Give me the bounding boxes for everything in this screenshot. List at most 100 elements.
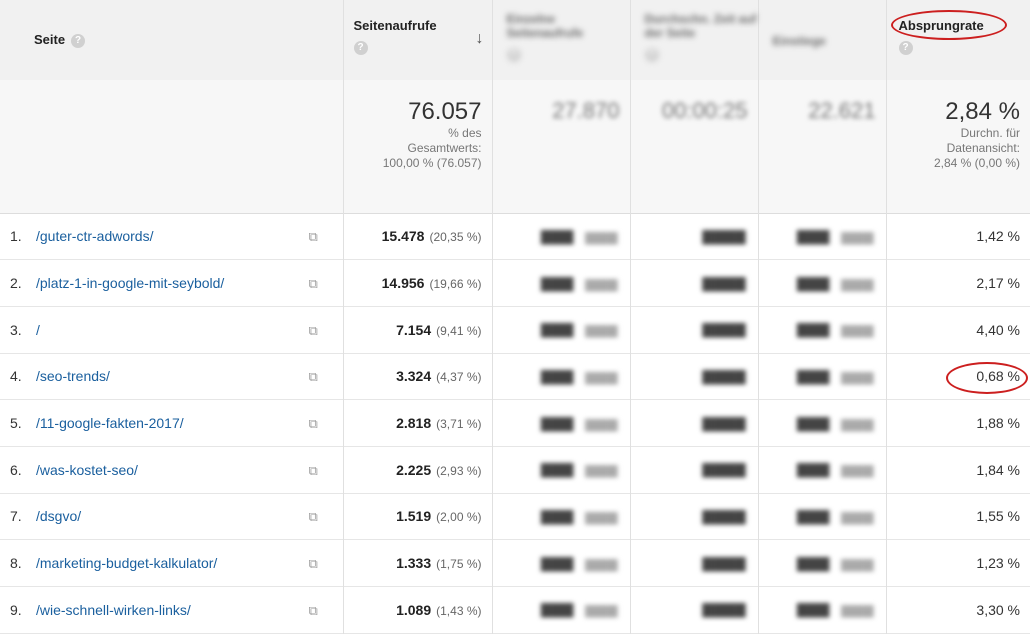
pageviews-percent: (2,93 %) <box>436 463 482 478</box>
pageviews-value: 7.154 <box>396 321 432 338</box>
page-link[interactable]: /guter-ctr-adwords/ <box>36 228 309 244</box>
bounce-cell: 1,42 % <box>886 213 1030 260</box>
pageviews-cell: 3.324 (4,37 %) <box>343 353 493 400</box>
row-number: 4. <box>10 368 22 385</box>
blurred-cell: ▇▇▇▇ <box>630 353 759 400</box>
blurred-cell: ▇▇▇ ▆▆▆ <box>758 259 887 307</box>
page-link[interactable]: /11-google-fakten-2017/ <box>36 415 309 431</box>
total-views-value: 76.057 <box>408 98 482 125</box>
col-blurred-3-label: Einstiege <box>772 34 826 48</box>
table-row[interactable]: 1. /guter-ctr-adwords/ ⧉ 15.478 (20,35 %)… <box>0 213 1030 260</box>
bounce-value: 1,23 % <box>976 555 1020 572</box>
blurred-cell: ▇▇▇▇ <box>630 586 759 634</box>
totals-pageviews: 76.057 % des Gesamtwerts: 100,00 % (76.0… <box>343 80 493 213</box>
blurred-cell: ▇▇▇▇ <box>630 259 759 307</box>
table-header: Seite? Seitenaufrufe? ↓ Einzelne Seitena… <box>0 0 1030 80</box>
pageviews-value: 14.956 <box>381 275 425 292</box>
page-link[interactable]: /platz-1-in-google-mit-seybold/ <box>36 275 309 291</box>
open-external-icon[interactable]: ⧉ <box>309 603 325 618</box>
pageviews-cell: 2.818 (3,71 %) <box>343 399 493 447</box>
bounce-value: 3,30 % <box>976 601 1020 618</box>
col-header-blurred-3[interactable]: Einstiege <box>758 0 887 80</box>
open-external-icon[interactable]: ⧉ <box>309 276 325 291</box>
bounce-cell: 1,55 % <box>886 493 1030 540</box>
col-header-blurred-1[interactable]: Einzelne Seitenaufrufe? <box>492 0 631 80</box>
blurred-cell: ▇▇▇ ▆▆▆ <box>492 446 631 494</box>
page-cell: 9. /wie-schnell-wirken-links/ ⧉ <box>0 586 344 634</box>
bounce-value: 4,40 % <box>976 321 1020 338</box>
pageviews-cell: 1.519 (2,00 %) <box>343 493 493 540</box>
page-cell: 3. / ⧉ <box>0 306 344 354</box>
total-bounce-value: 2,84 % <box>945 98 1020 125</box>
help-icon[interactable]: ? <box>506 48 521 62</box>
pageviews-value: 15.478 <box>381 228 425 245</box>
page-link[interactable]: /dsgvo/ <box>36 508 309 524</box>
col-blurred-2-label: Durchschn. Zeit auf der Seite <box>644 12 757 40</box>
open-external-icon[interactable]: ⧉ <box>309 369 325 384</box>
pageviews-percent: (2,00 %) <box>436 510 482 525</box>
totals-blurred-1: 27.870 <box>492 80 631 213</box>
analytics-table: Seite? Seitenaufrufe? ↓ Einzelne Seitena… <box>0 0 1030 634</box>
total-views-sub3: 100,00 % (76.057) <box>382 156 482 170</box>
highlight-oval <box>890 10 1007 40</box>
table-row[interactable]: 9. /wie-schnell-wirken-links/ ⧉ 1.089 (1,… <box>0 586 1030 634</box>
open-external-icon[interactable]: ⧉ <box>309 416 325 431</box>
pageviews-percent: (9,41 %) <box>436 323 482 338</box>
pageviews-value: 1.519 <box>396 508 432 525</box>
blurred-cell: ▇▇▇ ▆▆▆ <box>758 446 887 494</box>
blurred-cell: ▇▇▇▇ <box>630 446 759 494</box>
page-link[interactable]: /was-kostet-seo/ <box>36 462 309 478</box>
help-icon[interactable]: ? <box>353 41 368 55</box>
help-icon[interactable]: ? <box>644 48 659 62</box>
blurred-cell: ▇▇▇ ▆▆▆ <box>758 586 887 634</box>
pageviews-value: 3.324 <box>396 368 432 385</box>
page-link[interactable]: /marketing-budget-kalkulator/ <box>36 555 309 571</box>
blurred-cell: ▇▇▇ ▆▆▆ <box>758 493 887 540</box>
blurred-cell: ▇▇▇ ▆▆▆ <box>758 306 887 354</box>
col-header-bounce[interactable]: Absprungrate? <box>886 0 1030 80</box>
open-external-icon[interactable]: ⧉ <box>309 229 325 244</box>
blurred-cell: ▇▇▇ ▆▆▆ <box>492 493 631 540</box>
help-icon[interactable]: ? <box>71 33 86 48</box>
table-row[interactable]: 8. /marketing-budget-kalkulator/ ⧉ 1.333… <box>0 539 1030 587</box>
bounce-cell: 2,17 % <box>886 260 1030 307</box>
pageviews-cell: 14.956 (19,66 %) <box>343 259 493 307</box>
blurred-cell: ▇▇▇ ▆▆▆ <box>492 259 631 307</box>
page-link[interactable]: /seo-trends/ <box>36 368 309 384</box>
table-row[interactable]: 2. /platz-1-in-google-mit-seybold/ ⧉ 14.… <box>0 259 1030 307</box>
page-link[interactable]: /wie-schnell-wirken-links/ <box>36 602 309 618</box>
blurred-cell: ▇▇▇ ▆▆▆ <box>758 539 887 587</box>
pageviews-value: 1.089 <box>396 601 432 618</box>
open-external-icon[interactable]: ⧉ <box>309 323 325 338</box>
row-number: 5. <box>10 415 22 432</box>
help-icon[interactable]: ? <box>898 41 913 55</box>
blurred-cell: ▇▇▇ ▆▆▆ <box>758 399 887 447</box>
col-header-page[interactable]: Seite? <box>0 0 344 80</box>
page-cell: 8. /marketing-budget-kalkulator/ ⧉ <box>0 539 344 587</box>
row-number: 3. <box>10 321 22 338</box>
totals-blurred-3: 22.621 <box>758 80 887 213</box>
total-blurred-2-value: 00:00:25 <box>661 98 748 123</box>
open-external-icon[interactable]: ⧉ <box>309 509 325 524</box>
total-blurred-1-value: 27.870 <box>552 98 620 123</box>
table-row[interactable]: 6. /was-kostet-seo/ ⧉ 2.225 (2,93 %) ▇▇▇ … <box>0 446 1030 494</box>
highlight-oval <box>946 361 1028 394</box>
row-number: 9. <box>10 601 22 618</box>
table-row[interactable]: 7. /dsgvo/ ⧉ 1.519 (2,00 %) ▇▇▇ ▆▆▆ ▇▇▇▇ … <box>0 493 1030 540</box>
arrow-down-icon[interactable]: ↓ <box>476 30 484 48</box>
open-external-icon[interactable]: ⧉ <box>309 463 325 478</box>
table-row[interactable]: 3. / ⧉ 7.154 (9,41 %) ▇▇▇ ▆▆▆ ▇▇▇▇ ▇▇▇ ▆▆… <box>0 306 1030 354</box>
col-header-pageviews[interactable]: Seitenaufrufe? ↓ <box>343 0 493 80</box>
table-row[interactable]: 5. /11-google-fakten-2017/ ⧉ 2.818 (3,71 … <box>0 399 1030 447</box>
pageviews-value: 2.818 <box>396 415 432 432</box>
blurred-cell: ▇▇▇▇ <box>630 493 759 540</box>
page-link[interactable]: / <box>36 322 309 338</box>
table-row[interactable]: 4. /seo-trends/ ⧉ 3.324 (4,37 %) ▇▇▇ ▆▆▆ … <box>0 353 1030 400</box>
bounce-cell: 4,40 % <box>886 306 1030 353</box>
blurred-cell: ▇▇▇ ▆▆▆ <box>492 306 631 354</box>
open-external-icon[interactable]: ⧉ <box>309 556 325 571</box>
page-cell: 4. /seo-trends/ ⧉ <box>0 353 344 400</box>
total-bounce-sub1: Durchn. für <box>960 126 1020 140</box>
bounce-value: 1,42 % <box>976 228 1020 245</box>
col-header-blurred-2[interactable]: Durchschn. Zeit auf der Seite? <box>630 0 759 80</box>
